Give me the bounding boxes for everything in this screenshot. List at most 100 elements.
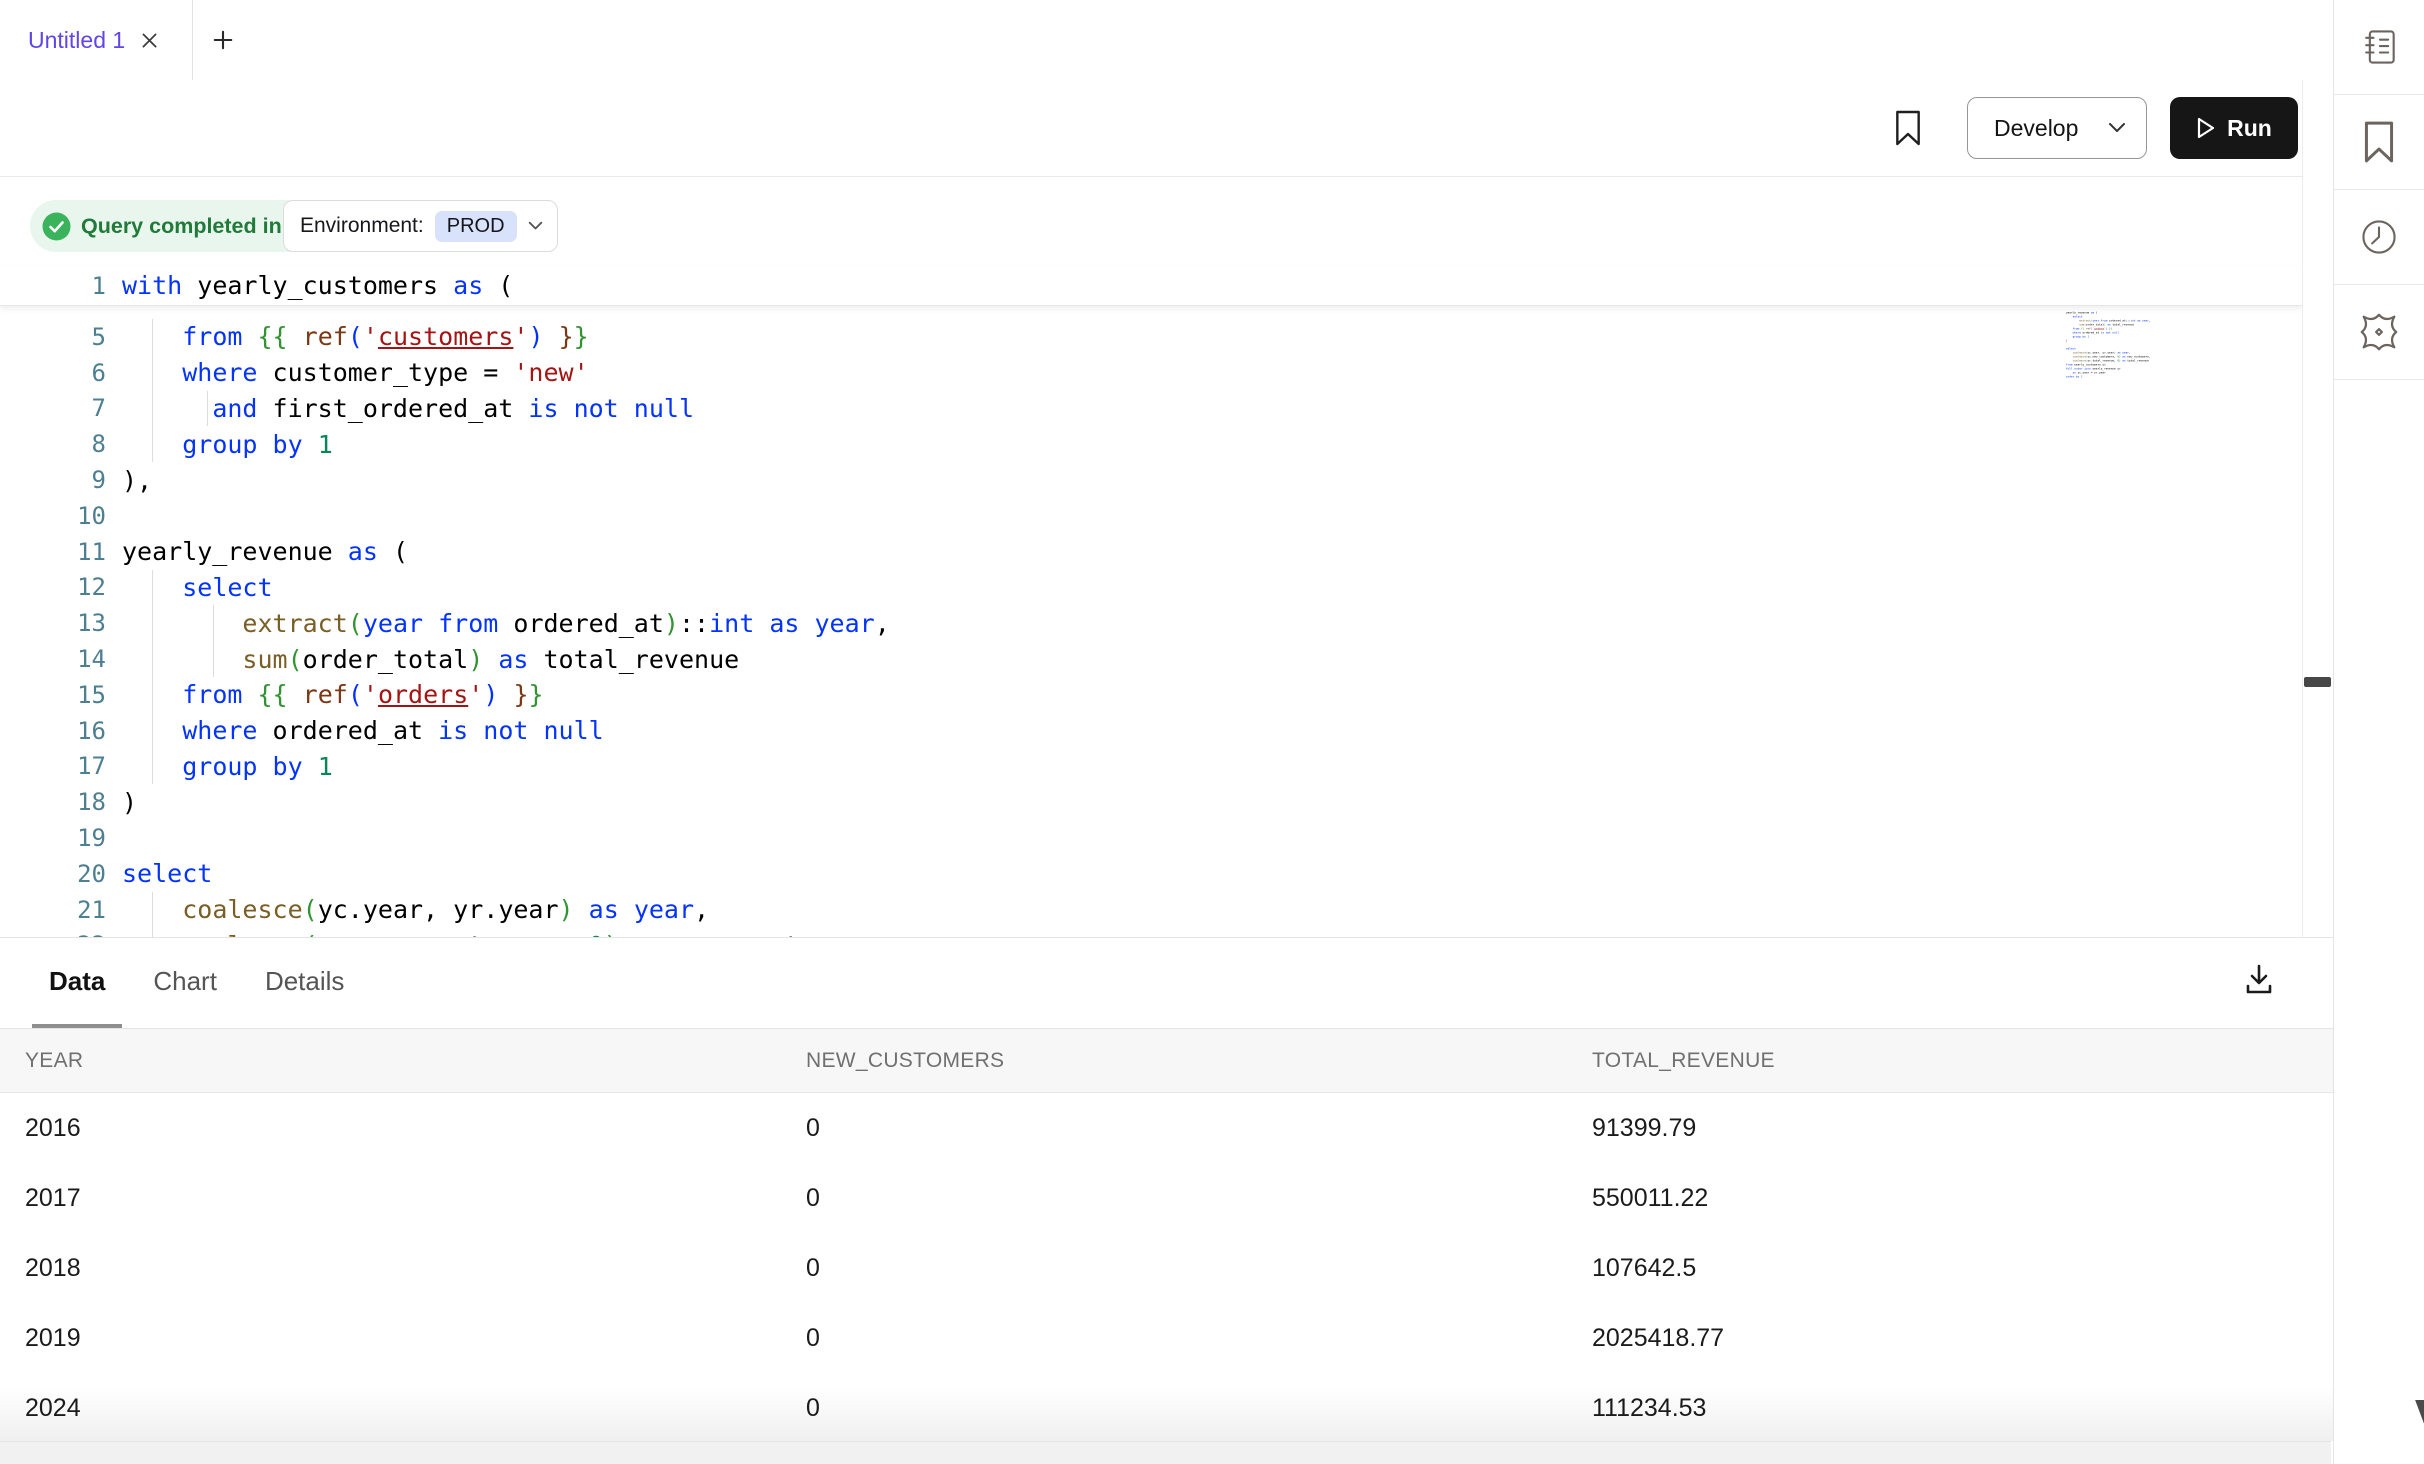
table-cell: 107642.5 bbox=[1592, 1233, 1696, 1303]
column-header: NEW_CUSTOMERS bbox=[806, 1029, 1004, 1092]
code-line: 20 select bbox=[0, 856, 2302, 892]
scrollbar-thumb[interactable] bbox=[2304, 677, 2331, 687]
indent-guide bbox=[152, 355, 153, 391]
editor-scrollbar[interactable] bbox=[2302, 80, 2333, 938]
environment-value-badge: PROD bbox=[435, 211, 517, 242]
sidebar-button-notebook[interactable] bbox=[2334, 0, 2424, 95]
table-cell: 550011.22 bbox=[1592, 1163, 1708, 1233]
code-line: 7 and first_ordered_at is not null bbox=[0, 391, 2302, 427]
column-header: YEAR bbox=[25, 1029, 83, 1092]
run-button[interactable]: Run bbox=[2170, 97, 2298, 159]
table-cell: 91399.79 bbox=[1592, 1093, 1696, 1163]
indent-guide bbox=[152, 426, 153, 462]
sidebar-button-clock[interactable] bbox=[2334, 190, 2424, 285]
sidebar-button-dbt[interactable] bbox=[2334, 285, 2424, 380]
table-cell: 111234.53 bbox=[1592, 1373, 1706, 1441]
indent-guide bbox=[152, 605, 153, 641]
table-row: 2016091399.79 bbox=[0, 1093, 2333, 1164]
check-circle-icon bbox=[42, 212, 71, 241]
line-number: 18 bbox=[0, 788, 106, 816]
indent-guide bbox=[152, 391, 153, 427]
code-line: 17 group by 1 bbox=[0, 749, 2302, 785]
sql-code-editor[interactable]: 1with yearly_customers as ( 5 from {{ re… bbox=[0, 252, 2302, 938]
code-text: group by 1 bbox=[122, 430, 333, 459]
table-row: 201902025418.77 bbox=[0, 1303, 2333, 1374]
run-button-label: Run bbox=[2227, 115, 2272, 142]
line-number: 11 bbox=[0, 538, 106, 566]
table-cell: 2018 bbox=[25, 1233, 81, 1303]
code-text: select bbox=[122, 859, 212, 888]
code-line: 10 bbox=[0, 498, 2302, 534]
code-text: where customer_type = 'new' bbox=[122, 358, 589, 387]
tab-details[interactable]: Details bbox=[248, 938, 361, 1028]
chevron-down-icon bbox=[2108, 122, 2126, 134]
close-icon[interactable] bbox=[139, 30, 160, 51]
column-header: TOTAL_REVENUE bbox=[1592, 1029, 1775, 1092]
develop-button[interactable]: Develop bbox=[1967, 97, 2147, 159]
code-line: 19 bbox=[0, 820, 2302, 856]
line-number: 20 bbox=[0, 860, 106, 888]
plus-icon[interactable] bbox=[205, 22, 241, 58]
indent-guide bbox=[152, 677, 153, 713]
code-line: 6 where customer_type = 'new' bbox=[0, 355, 2302, 391]
line-number: 16 bbox=[0, 717, 106, 745]
code-text: ) bbox=[122, 788, 137, 817]
bookmark-icon bbox=[2360, 120, 2398, 164]
line-number: 15 bbox=[0, 681, 106, 709]
code-line: 9), bbox=[0, 462, 2302, 498]
table-cell: 0 bbox=[806, 1373, 820, 1441]
play-icon bbox=[2196, 117, 2216, 139]
dbt-icon bbox=[2356, 309, 2402, 355]
tab-untitled-1[interactable]: Untitled 1 bbox=[0, 0, 193, 80]
table-cell: 2024 bbox=[25, 1373, 81, 1441]
sticky-scroll-line[interactable]: 1 with yearly_customers as ( bbox=[0, 266, 2302, 306]
code-line: 13 extract(year from ordered_at)::int as… bbox=[0, 605, 2302, 641]
table-cell: 0 bbox=[806, 1163, 820, 1233]
line-number: 12 bbox=[0, 573, 106, 601]
results-table-body: 2016091399.7920170550011.2220180107642.5… bbox=[0, 1093, 2333, 1441]
table-cell: 2017 bbox=[25, 1163, 81, 1233]
code-text: extract(year from ordered_at)::int as ye… bbox=[122, 609, 890, 638]
results-table-header: YEAR NEW_CUSTOMERS TOTAL_REVENUE bbox=[0, 1029, 2333, 1093]
line-number: 10 bbox=[0, 502, 106, 530]
chevron-down-icon bbox=[528, 221, 543, 231]
tab-title: Untitled 1 bbox=[28, 27, 125, 54]
code-text: from {{ ref('orders') }} bbox=[122, 680, 544, 709]
table-row: 2017 0 550011.22 bbox=[0, 1163, 2333, 1234]
window-corner-mark bbox=[2400, 1400, 2424, 1464]
code-line: 8 group by 1 bbox=[0, 426, 2302, 462]
table-cell: 0 bbox=[806, 1303, 820, 1373]
table-row: 2024 0 111234.53 bbox=[0, 1373, 2333, 1441]
bookmark-icon[interactable] bbox=[1889, 106, 1927, 150]
code-line: 18) bbox=[0, 784, 2302, 820]
line-number: 6 bbox=[0, 359, 106, 387]
indent-guide bbox=[152, 319, 153, 355]
code-line: 16 where ordered_at is not null bbox=[0, 713, 2302, 749]
line-number: 9 bbox=[0, 466, 106, 494]
line-number: 14 bbox=[0, 645, 106, 673]
right-icon-sidebar bbox=[2333, 0, 2424, 1464]
tab-chart[interactable]: Chart bbox=[136, 938, 234, 1028]
line-number: 7 bbox=[0, 394, 106, 422]
code-text: from {{ ref('customers') }} bbox=[122, 322, 589, 351]
code-text: where ordered_at is not null bbox=[122, 716, 604, 745]
tab-data[interactable]: Data bbox=[32, 938, 122, 1028]
code-text: with yearly_customers as ( bbox=[122, 271, 513, 300]
indent-guide bbox=[152, 892, 153, 928]
app-window: Untitled 1 Develop Run Query completed i… bbox=[0, 0, 2424, 1464]
line-number: 8 bbox=[0, 430, 106, 458]
sidebar-button-bookmark[interactable] bbox=[2334, 95, 2424, 190]
line-number: 17 bbox=[0, 752, 106, 780]
indent-guide bbox=[213, 641, 214, 677]
line-number: 1 bbox=[0, 272, 106, 300]
results-tab-bar: DataChartDetails bbox=[0, 938, 2333, 1029]
editor-tab-bar: Untitled 1 bbox=[0, 0, 2333, 81]
environment-selector[interactable]: Environment: PROD bbox=[283, 200, 558, 252]
indent-guide bbox=[152, 570, 153, 606]
clock-icon bbox=[2357, 215, 2401, 259]
table-cell: 2016 bbox=[25, 1093, 81, 1163]
horizontal-scrollbar[interactable] bbox=[0, 1441, 2331, 1464]
table-cell: 2019 bbox=[25, 1303, 81, 1373]
download-icon[interactable] bbox=[2236, 956, 2282, 1002]
code-line: 15 from {{ ref('orders') }} bbox=[0, 677, 2302, 713]
